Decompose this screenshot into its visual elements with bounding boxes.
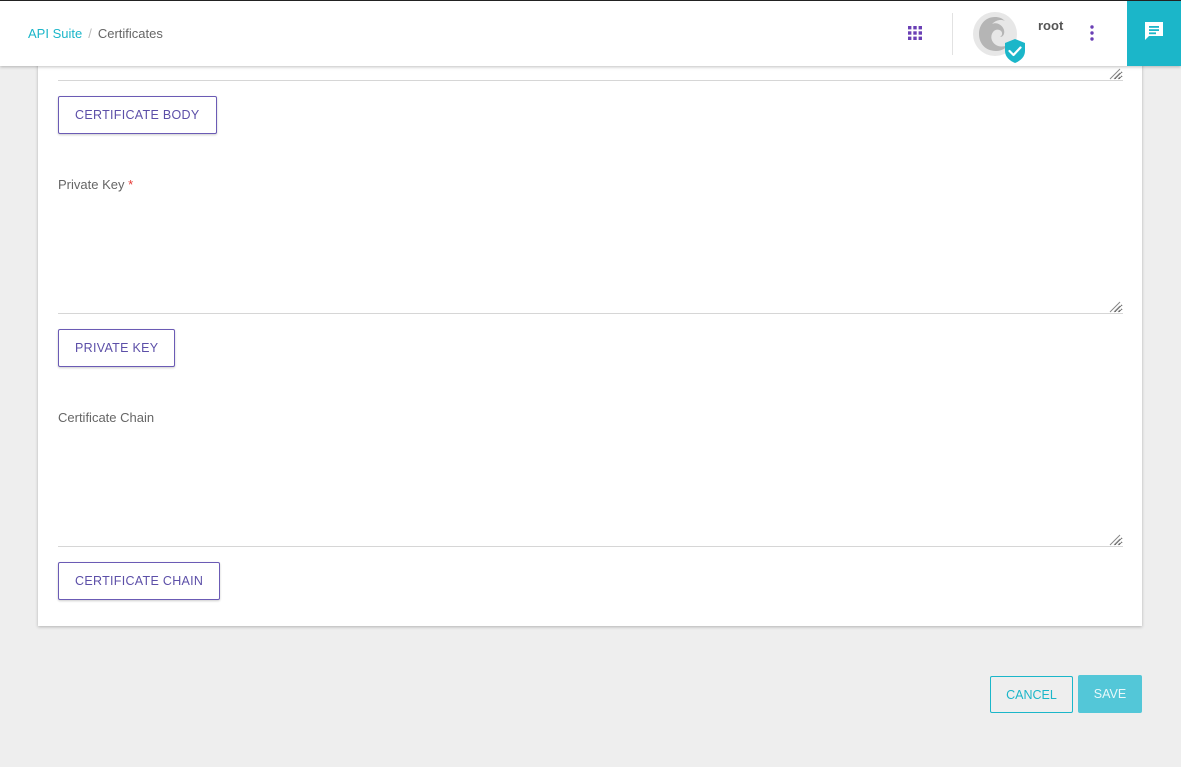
avatar[interactable] [971,11,1025,63]
more-vert-icon[interactable] [1086,24,1098,42]
top-header: API Suite / Certificates root [0,0,1181,66]
cancel-button[interactable]: CANCEL [990,676,1073,713]
private-key-button[interactable]: PRIVATE KEY [58,329,176,367]
private-key-label: Private Key * [58,177,133,192]
certificate-chain-button[interactable]: CERTIFICATE CHAIN [58,562,221,600]
username: root [1038,18,1064,33]
private-key-label-text: Private Key [58,177,125,192]
chat-button[interactable] [1127,1,1181,66]
grid-apps-icon[interactable] [908,26,922,40]
certificate-chain-textarea[interactable] [58,431,1123,547]
certificate-body-button[interactable]: CERTIFICATE BODY [58,96,217,134]
breadcrumb-current: Certificates [97,26,163,41]
required-asterisk: * [128,177,134,192]
header-divider [952,13,953,55]
breadcrumb-api-suite-link[interactable]: API Suite [28,26,82,41]
breadcrumb-separator: / [88,26,92,41]
chat-icon [1142,19,1166,48]
save-button[interactable]: SAVE [1078,675,1142,713]
private-key-textarea[interactable] [58,198,1123,314]
breadcrumb: API Suite / Certificates [28,26,163,41]
certificate-form-card: CERTIFICATE BODY Private Key * PRIVATE K… [38,40,1142,626]
certificate-chain-label: Certificate Chain [58,410,155,425]
